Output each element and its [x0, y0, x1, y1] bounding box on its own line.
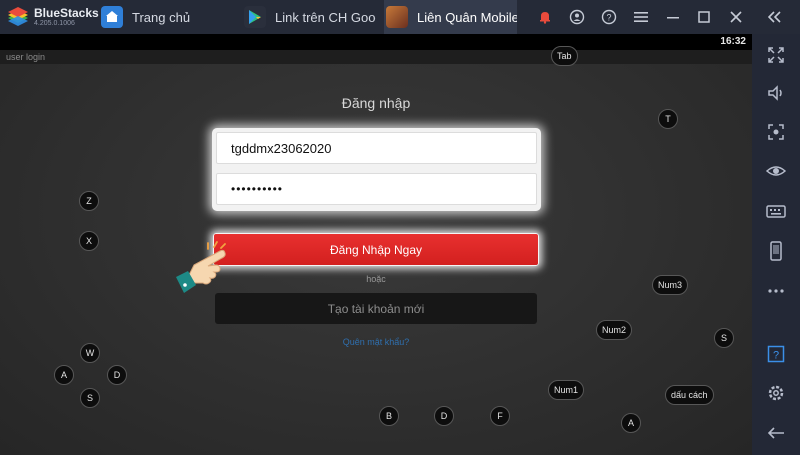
keymap-num2[interactable]: Num2 [596, 320, 633, 340]
or-text: hoặc [366, 274, 386, 284]
pointing-hand-icon [176, 241, 226, 293]
tab-home-label: Trang chủ [132, 9, 191, 25]
keymap-a[interactable]: A [54, 365, 74, 385]
collapse-sidebar-icon[interactable] [766, 8, 784, 26]
keymap-w[interactable]: W [80, 343, 100, 363]
volume-icon[interactable] [764, 81, 788, 105]
close-icon[interactable] [727, 8, 745, 26]
password-input[interactable] [217, 174, 536, 204]
bluestacks-window: BlueStacks 4.205.0.1006 Trang chủ Link t… [0, 0, 800, 455]
game-icon [386, 6, 408, 28]
keymap-num1[interactable]: Num1 [548, 380, 585, 400]
tab-play-store-label: Link trên CH Google Play [275, 9, 376, 25]
android-status-bar: 16:32 [0, 34, 752, 50]
tab-game-label: Liên Quân Mobile [417, 9, 517, 25]
notification-bell-icon[interactable] [536, 8, 554, 26]
keymap-num3[interactable]: Num3 [652, 275, 689, 295]
brand-name: BlueStacks [34, 6, 99, 20]
keyboard-icon[interactable] [764, 199, 788, 223]
minimize-icon[interactable] [664, 8, 682, 26]
user-login-label: user login [6, 52, 46, 62]
home-tab-icon [101, 6, 123, 28]
game-login-screen: user login Đăng nhập Đăng Nhập Ngay hoặc… [0, 46, 752, 455]
keymap-a-bottom[interactable]: A [621, 413, 641, 433]
tab-home[interactable]: Trang chủ [101, 0, 233, 34]
keymap-x[interactable]: X [79, 231, 99, 251]
status-time: 16:32 [720, 36, 746, 47]
play-store-icon [244, 6, 266, 28]
keymap-f[interactable]: F [490, 406, 510, 426]
login-form [212, 128, 541, 211]
login-now-button[interactable]: Đăng Nhập Ngay [213, 233, 539, 266]
title-bar: BlueStacks 4.205.0.1006 Trang chủ Link t… [0, 0, 800, 34]
right-sidebar: ? [752, 34, 800, 455]
tab-play-store[interactable]: Link trên CH Google Play [244, 0, 376, 34]
keymap-tab[interactable]: Tab [551, 46, 578, 66]
bluestacks-logo-icon [8, 7, 28, 26]
keymap-space[interactable]: dấu cách [665, 385, 714, 405]
menu-icon[interactable] [632, 8, 650, 26]
fullscreen-icon[interactable] [764, 43, 788, 67]
username-input[interactable] [217, 133, 536, 163]
svg-text:?: ? [773, 350, 779, 362]
tab-game[interactable]: Liên Quân Mobile [384, 0, 517, 34]
keymap-d-bottom[interactable]: D [434, 406, 454, 426]
keymap-s-right[interactable]: S [714, 328, 734, 348]
keymap-d[interactable]: D [107, 365, 127, 385]
help-icon[interactable]: ? [600, 8, 618, 26]
help-icon[interactable]: ? [764, 342, 788, 366]
create-account-button[interactable]: Tạo tài khoản mới [215, 293, 537, 324]
login-title: Đăng nhập [341, 95, 411, 111]
svg-text:?: ? [606, 13, 611, 23]
version-label: 4.205.0.1006 [34, 20, 75, 27]
username-field[interactable] [216, 132, 537, 164]
keymap-s-left[interactable]: S [80, 388, 100, 408]
emulator-screen: 16:32 user login Đăng nhập Đăng Nhập Nga… [0, 34, 752, 455]
password-field[interactable] [216, 173, 537, 205]
account-icon[interactable] [568, 8, 586, 26]
forgot-password-link[interactable]: Quên mật khẩu? [330, 337, 422, 347]
more-icon[interactable] [764, 279, 788, 303]
settings-icon[interactable] [764, 381, 788, 405]
view-icon[interactable] [764, 159, 788, 183]
maximize-icon[interactable] [695, 8, 713, 26]
keymap-b[interactable]: B [379, 406, 399, 426]
phone-icon[interactable] [764, 239, 788, 263]
back-icon[interactable] [764, 421, 788, 445]
keymap-t[interactable]: T [658, 109, 678, 129]
game-header: user login [0, 50, 752, 64]
screenshot-icon[interactable] [764, 120, 788, 144]
keymap-z[interactable]: Z [79, 191, 99, 211]
